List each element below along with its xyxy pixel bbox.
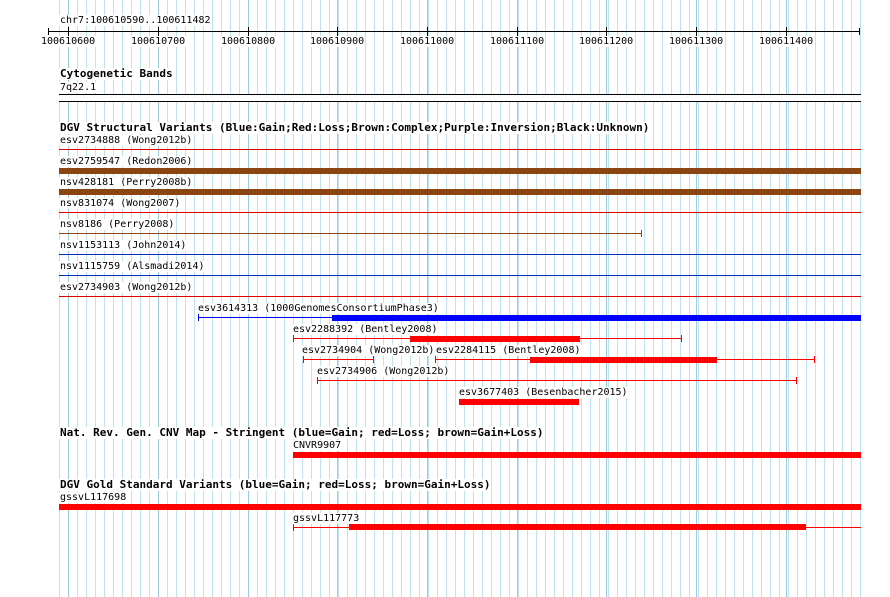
variant-esv2284115[interactable] <box>530 357 717 363</box>
variant-esv3614313-line[interactable] <box>198 317 332 318</box>
ruler-tick-label: 100611200 <box>578 36 635 47</box>
ruler-tick-label: 100610600 <box>40 36 97 47</box>
variant-start-cap <box>198 314 199 321</box>
ruler-tick <box>786 27 787 36</box>
variant-esv2734906[interactable] <box>317 380 796 381</box>
variant-start-cap <box>293 335 294 342</box>
variant-end-cap <box>796 377 797 384</box>
ruler-tick-label: 100610700 <box>130 36 187 47</box>
variant-label: nsv428181 (Perry2008b) <box>59 177 194 188</box>
ruler-tick-label: 100610800 <box>220 36 277 47</box>
variant-esv3677403[interactable] <box>459 399 579 405</box>
ruler-tick-label: 100611300 <box>668 36 725 47</box>
variant-start-cap <box>293 524 294 531</box>
ruler-right-arrow <box>859 28 860 35</box>
variant-esv2734888[interactable] <box>59 149 861 150</box>
ruler-tick <box>606 27 607 36</box>
variant-esv2734904[interactable] <box>303 359 373 360</box>
variant-nsv1153113[interactable] <box>59 254 861 255</box>
variant-start-cap <box>303 356 304 363</box>
variant-label: nsv8186 (Perry2008) <box>59 219 176 230</box>
variant-end-cap <box>373 356 374 363</box>
variant-label: gssvL117773 <box>292 513 361 524</box>
variant-label: gssvL117698 <box>59 492 128 503</box>
variant-start-cap <box>435 356 436 363</box>
ruler-tick-label: 100611400 <box>758 36 815 47</box>
variant-label: esv2284115 (Bentley2008) <box>435 345 582 356</box>
variant-gssvL117698[interactable] <box>59 504 861 510</box>
variant-label: esv2734888 (Wong2012b) <box>59 135 194 146</box>
ruler-tick <box>427 27 428 36</box>
ruler-axis-line <box>48 31 860 32</box>
variant-label: esv2734906 (Wong2012b) <box>316 366 451 377</box>
ruler-tick <box>158 27 159 36</box>
variant-end-cap <box>641 230 642 237</box>
variant-end-cap <box>814 356 815 363</box>
dgv-track-title: DGV Structural Variants (Blue:Gain;Red:L… <box>59 121 651 134</box>
ruler-left-arrow <box>48 28 49 35</box>
variant-label: esv2734903 (Wong2012b) <box>59 282 194 293</box>
variant-label: nsv1115759 (Alsmadi2014) <box>59 261 206 272</box>
ruler-tick-label: 100610900 <box>309 36 366 47</box>
variant-esv2759547[interactable] <box>59 168 861 174</box>
variant-label: nsv1153113 (John2014) <box>59 240 188 251</box>
variant-gssvL117773[interactable] <box>349 524 806 530</box>
variant-nsv1115759[interactable] <box>59 275 861 276</box>
variant-label: esv2734904 (Wong2012b) <box>301 345 436 356</box>
variant-esv3614313[interactable] <box>332 315 861 321</box>
cytoband-track-title: Cytogenetic Bands <box>59 67 174 80</box>
variant-label: nsv831074 (Wong2007) <box>59 198 182 209</box>
cnv-map-track-title: Nat. Rev. Gen. CNV Map - Stringent (blue… <box>59 426 545 439</box>
cytoband-box[interactable] <box>59 94 861 102</box>
cytoband-label: 7q22.1 <box>59 82 98 93</box>
ruler-tick <box>517 27 518 36</box>
ruler-tick-label: 100611100 <box>489 36 546 47</box>
variant-nsv428181[interactable] <box>59 189 861 195</box>
variant-esv2734903[interactable] <box>59 296 861 297</box>
cnv-region-CNVR9907[interactable] <box>293 452 861 458</box>
variant-esv2288392[interactable] <box>410 336 580 342</box>
variant-label: esv3614313 (1000GenomesConsortiumPhase3) <box>197 303 440 314</box>
variant-nsv831074[interactable] <box>59 212 861 213</box>
variant-label: esv2759547 (Redon2006) <box>59 156 194 167</box>
ruler-tick <box>68 27 69 36</box>
variant-label: esv2288392 (Bentley2008) <box>292 324 439 335</box>
ruler-location-label: chr7:100610590..100611482 <box>59 15 212 26</box>
variant-start-cap <box>317 377 318 384</box>
variant-end-cap <box>681 335 682 342</box>
variant-label: CNVR9907 <box>292 440 343 451</box>
ruler-tick <box>337 27 338 36</box>
ruler-tick <box>696 27 697 36</box>
ruler-tick-label: 100611000 <box>399 36 456 47</box>
ruler-tick <box>248 27 249 36</box>
variant-label: esv3677403 (Besenbacher2015) <box>458 387 629 398</box>
variant-nsv8186[interactable] <box>59 233 641 234</box>
gold-standard-track-title: DGV Gold Standard Variants (blue=Gain; r… <box>59 478 492 491</box>
